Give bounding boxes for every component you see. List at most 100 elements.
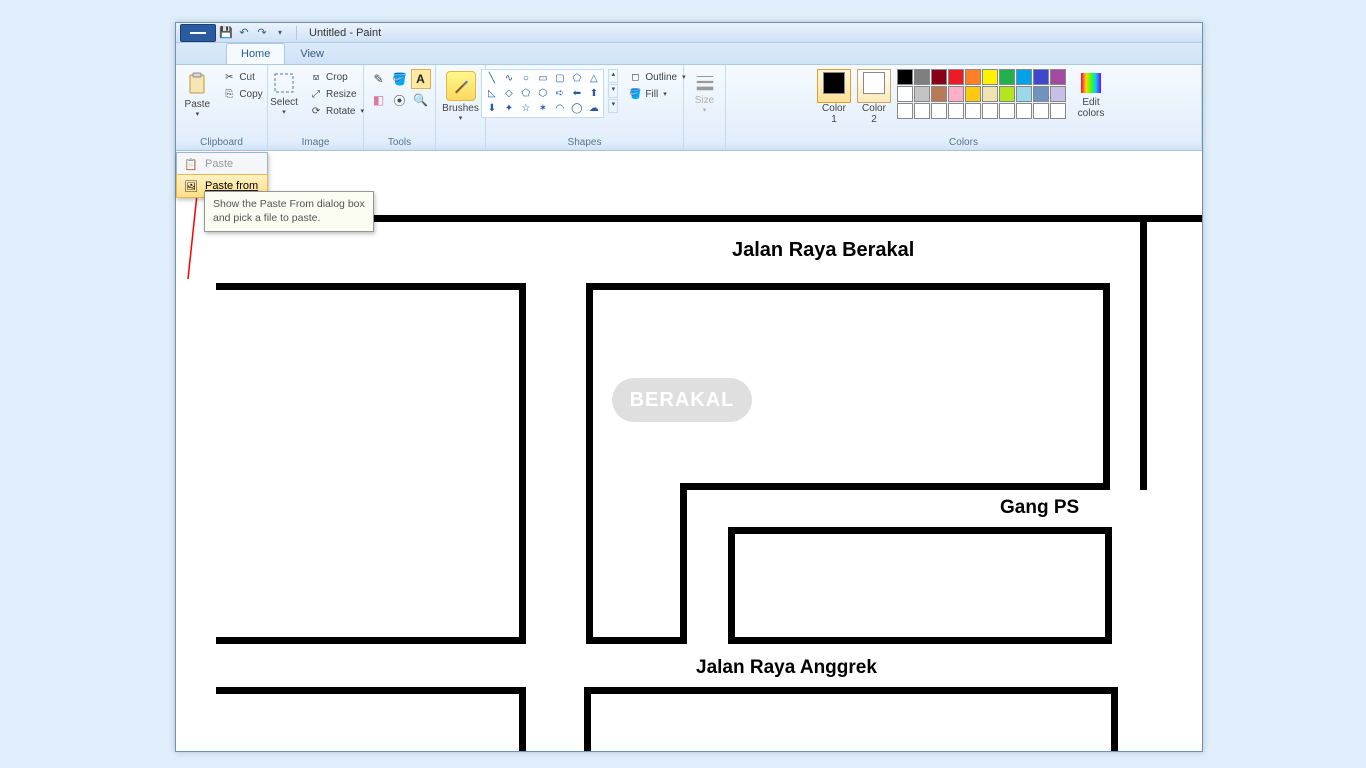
palette-swatch[interactable] xyxy=(999,69,1015,85)
cut-button[interactable]: ✂Cut xyxy=(220,69,264,85)
group-tools: ✎ 🪣 A ◧ ⦿ 🔍 Tools xyxy=(364,65,436,150)
palette-swatch[interactable] xyxy=(982,103,998,119)
palette-swatch[interactable] xyxy=(914,69,930,85)
palette-swatch[interactable] xyxy=(931,86,947,102)
magnifier-tool[interactable]: 🔍 xyxy=(411,90,431,110)
palette-swatch[interactable] xyxy=(914,86,930,102)
pencil-tool[interactable]: ✎ xyxy=(369,69,389,89)
color1-button[interactable] xyxy=(817,69,851,103)
shape-rect[interactable]: ▭ xyxy=(534,71,551,86)
shape-callout-round[interactable]: ◠ xyxy=(551,101,568,116)
copy-button[interactable]: ⎘Copy xyxy=(220,86,264,102)
palette-swatch[interactable] xyxy=(948,86,964,102)
shape-roundrect[interactable]: ▢ xyxy=(551,71,568,86)
brushes-button[interactable]: Brushes ▾ xyxy=(442,69,480,124)
crop-button[interactable]: ⟏Crop xyxy=(307,69,366,85)
shape-6star[interactable]: ✶ xyxy=(534,101,551,116)
map-line xyxy=(728,527,735,643)
color2-button[interactable] xyxy=(857,69,891,103)
redo-icon[interactable]: ↷ xyxy=(254,25,270,41)
palette-swatch[interactable] xyxy=(1016,86,1032,102)
shape-pentagon[interactable]: ⬠ xyxy=(517,86,534,101)
eraser-tool[interactable]: ◧ xyxy=(369,90,389,110)
palette-swatch[interactable] xyxy=(897,86,913,102)
map-line xyxy=(1105,527,1112,643)
size-button[interactable]: Size ▾ xyxy=(686,69,724,116)
select-button[interactable]: Select ▾ xyxy=(265,69,303,118)
palette-swatch[interactable] xyxy=(965,69,981,85)
map-line xyxy=(586,283,1110,290)
brush-icon xyxy=(446,71,476,101)
map-line xyxy=(1140,215,1147,490)
shape-diamond[interactable]: ◇ xyxy=(500,86,517,101)
palette-swatch[interactable] xyxy=(948,103,964,119)
map-line xyxy=(216,283,526,290)
shape-larrow[interactable]: ⬅ xyxy=(568,86,585,101)
shape-oval[interactable]: ○ xyxy=(517,71,534,86)
palette-swatch[interactable] xyxy=(914,103,930,119)
paste-button[interactable]: Paste ▾ xyxy=(178,69,216,120)
text-tool[interactable]: A xyxy=(411,69,431,89)
shape-darrow[interactable]: ⬇ xyxy=(483,101,500,116)
undo-icon[interactable]: ↶ xyxy=(236,25,252,41)
map-line xyxy=(584,687,591,751)
drawing-canvas[interactable]: Jalan Raya Berakal Gang PS Jalan Raya An… xyxy=(176,153,1202,751)
palette-swatch[interactable] xyxy=(1050,69,1066,85)
shapes-gallery[interactable]: ╲∿○▭▢⬠△ ◺◇⬠⬡➪⬅⬆ ⬇✦☆✶◠◯☁ xyxy=(481,69,604,118)
shape-callout-cloud[interactable]: ☁ xyxy=(585,101,602,116)
shapes-scroll-down[interactable]: ▾ xyxy=(608,84,618,98)
map-line xyxy=(216,637,526,644)
palette-swatch[interactable] xyxy=(1033,69,1049,85)
paste-menu-item[interactable]: 📋 Paste xyxy=(177,153,267,175)
palette-swatch[interactable] xyxy=(1033,103,1049,119)
shapes-more[interactable]: ▾ xyxy=(608,99,618,113)
palette-swatch[interactable] xyxy=(999,103,1015,119)
shape-5star[interactable]: ☆ xyxy=(517,101,534,116)
shape-rtriangle[interactable]: ◺ xyxy=(483,86,500,101)
shape-hexagon[interactable]: ⬡ xyxy=(534,86,551,101)
copy-icon: ⎘ xyxy=(222,87,236,101)
outline-button[interactable]: ◻Outline▾ xyxy=(626,69,687,85)
palette-swatch[interactable] xyxy=(1016,103,1032,119)
customize-qat-icon[interactable]: ▾ xyxy=(272,25,288,41)
save-icon[interactable]: 💾 xyxy=(218,25,234,41)
palette-swatch[interactable] xyxy=(931,103,947,119)
palette-swatch[interactable] xyxy=(982,69,998,85)
group-shapes: ╲∿○▭▢⬠△ ◺◇⬠⬡➪⬅⬆ ⬇✦☆✶◠◯☁ ▴ ▾ ▾ ◻Outline▾ … xyxy=(486,65,684,150)
shape-rarrow[interactable]: ➪ xyxy=(551,86,568,101)
palette-swatch[interactable] xyxy=(965,86,981,102)
file-menu-button[interactable] xyxy=(180,24,216,42)
palette-swatch[interactable] xyxy=(982,86,998,102)
shape-uarrow[interactable]: ⬆ xyxy=(585,86,602,101)
rotate-button[interactable]: ⟳Rotate▾ xyxy=(307,103,366,119)
resize-button[interactable]: ⤢Resize xyxy=(307,86,366,102)
palette-swatch[interactable] xyxy=(897,69,913,85)
palette-swatch[interactable] xyxy=(1050,103,1066,119)
shapes-scroll-up[interactable]: ▴ xyxy=(608,69,618,83)
map-line xyxy=(1103,283,1110,488)
tab-home[interactable]: Home xyxy=(226,43,285,64)
palette-swatch[interactable] xyxy=(999,86,1015,102)
palette-swatch[interactable] xyxy=(1016,69,1032,85)
quick-access-toolbar: 💾 ↶ ↷ ▾ xyxy=(176,24,292,42)
fill-button[interactable]: 🪣Fill▾ xyxy=(626,86,687,102)
shape-curve[interactable]: ∿ xyxy=(500,71,517,86)
palette-swatch[interactable] xyxy=(948,69,964,85)
fill-tool[interactable]: 🪣 xyxy=(390,69,410,89)
shape-4star[interactable]: ✦ xyxy=(500,101,517,116)
palette-swatch[interactable] xyxy=(931,69,947,85)
shape-callout-oval[interactable]: ◯ xyxy=(568,101,585,116)
palette-swatch[interactable] xyxy=(1050,86,1066,102)
clipboard-icon: 📋 xyxy=(183,156,199,172)
palette-swatch[interactable] xyxy=(965,103,981,119)
shape-polygon[interactable]: ⬠ xyxy=(568,71,585,86)
edit-colors-button[interactable]: Edit colors xyxy=(1072,69,1110,121)
shape-line[interactable]: ╲ xyxy=(483,71,500,86)
tab-view[interactable]: View xyxy=(285,43,339,64)
palette-swatch[interactable] xyxy=(897,103,913,119)
picker-tool[interactable]: ⦿ xyxy=(390,90,410,110)
palette-swatch[interactable] xyxy=(1033,86,1049,102)
map-label-jalan-raya-berakal: Jalan Raya Berakal xyxy=(732,239,914,262)
shape-triangle[interactable]: △ xyxy=(585,71,602,86)
paste-from-tooltip: Show the Paste From dialog box and pick … xyxy=(204,191,374,232)
